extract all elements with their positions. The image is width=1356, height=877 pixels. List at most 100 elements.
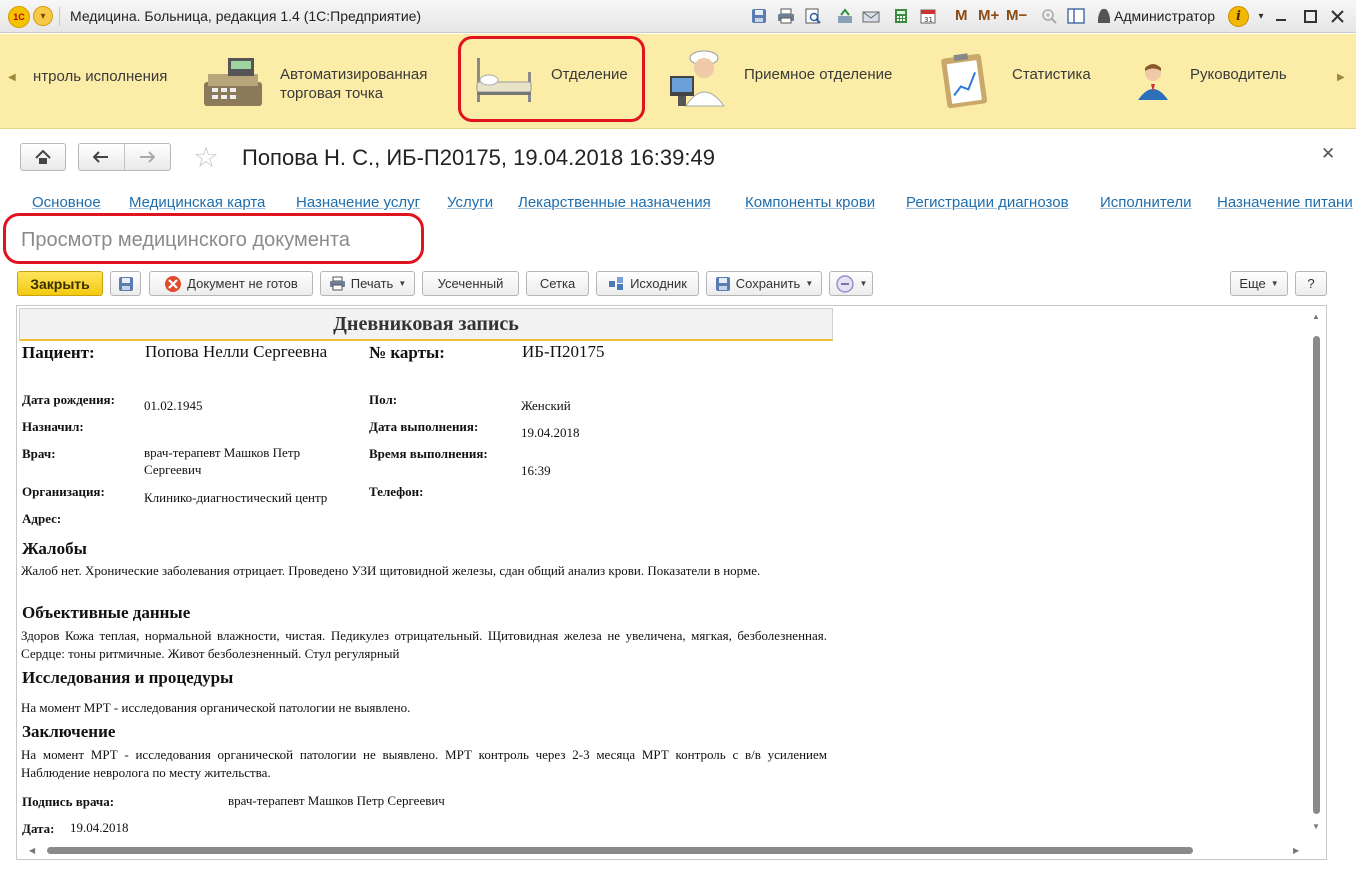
preview-icon[interactable] [803,6,823,26]
minimize-button[interactable] [1270,5,1292,27]
scroll-up-icon[interactable]: ▲ [1312,312,1320,321]
grid-button[interactable]: Сетка [526,271,589,296]
tab-medical-card[interactable]: Медицинская карта [129,194,265,211]
date-value: 19.04.2018 [70,820,129,835]
tab-service-assignment[interactable]: Назначение услуг [296,194,420,211]
birth-value: 01.02.1945 [144,398,203,413]
objective-text: Здоров Кожа теплая, нормальной влажности… [21,628,827,661]
horizontal-scrollbar[interactable] [47,847,1193,854]
memory-plus-button[interactable]: M+ [978,7,999,24]
tab-medication[interactable]: Лекарственные назначения [518,194,711,211]
arrow-left-icon [93,151,109,163]
objective-heading: Объективные данные [22,603,191,622]
calculator-icon[interactable] [891,6,911,26]
chevron-down-icon[interactable]: ▾ [1250,5,1272,27]
address-label: Адрес: [22,511,62,526]
tab-diagnoses[interactable]: Регистрации диагнозов [906,194,1069,211]
exec-date-label: Дата выполнения: [369,419,479,434]
print-icon [329,276,345,291]
section-control[interactable]: нтроль исполнения [33,34,183,129]
user-icon [1098,9,1110,23]
favorite-star-icon[interactable]: ☆ [193,143,219,173]
vertical-scrollbar[interactable] [1313,336,1320,814]
sex-value: Женский [521,398,571,413]
tab-executors[interactable]: Исполнители [1100,194,1192,211]
section-label: Статистика [1012,66,1091,83]
divider [59,7,60,26]
save-as-button[interactable]: Сохранить ▼ [706,271,822,296]
doctor-value-cont: Сергеевич [144,462,202,477]
card-value: ИБ-П20175 [522,342,605,361]
current-user[interactable]: Администратор [1098,8,1215,24]
doctor-label: Врач: [22,446,56,461]
phone-label: Телефон: [369,484,424,499]
scroll-right-icon[interactable]: ▶ [1337,72,1345,83]
home-button[interactable] [20,143,66,171]
save-icon[interactable] [749,6,769,26]
close-button[interactable]: Закрыть [17,271,103,296]
memory-button[interactable]: M [955,7,968,24]
signature-label: Подпись врача: [22,794,115,809]
section-pos[interactable]: Автоматизированная торговая точка [198,34,448,129]
print-button[interactable]: Печать ▼ [320,271,415,296]
date-label: Дата: [22,821,55,836]
scroll-left-icon[interactable]: ◀ [29,846,35,855]
svg-text:31: 31 [924,16,933,24]
scroll-left-icon[interactable]: ◀ [8,72,16,83]
organization-value: Клинико-диагностический центр [144,490,328,505]
highlight-annotation [458,36,645,122]
truncated-button[interactable]: Усеченный [422,271,519,296]
calendar-icon[interactable]: 31 [918,6,938,26]
main-menu-button[interactable]: ▾ [33,6,53,26]
section-statistics[interactable]: Статистика [938,34,1108,129]
exec-time-label: Время выполнения: [369,446,488,461]
save-button[interactable] [110,271,141,296]
options-icon [835,274,854,293]
source-button[interactable]: Исходник [596,271,699,296]
tab-services[interactable]: Услуги [447,194,493,211]
mail-icon[interactable] [861,6,881,26]
maximize-button[interactable] [1299,5,1321,27]
exec-time-value: 16:39 [521,463,551,478]
signature-value: врач-терапевт Машков Петр Сергеевич [228,793,445,808]
doctor-value: врач-терапевт Машков Петр [144,445,301,460]
close-window-button[interactable] [1326,5,1348,27]
forward-button[interactable] [125,144,171,170]
exec-date-value: 19.04.2018 [521,425,580,440]
conclusion-text: На момент МРТ - исследования органическо… [21,747,827,780]
button-label: Исходник [630,276,687,291]
tab-nutrition[interactable]: Назначение питани [1217,194,1353,211]
section-manager[interactable]: Руководитель [1132,34,1322,129]
zoom-icon[interactable] [1039,6,1059,26]
button-label: Печать [350,276,394,291]
help-button[interactable]: ? [1295,271,1327,296]
back-button[interactable] [79,144,125,170]
conclusion-heading: Заключение [22,722,116,741]
app-title: Медицина. Больница, редакция 1.4 (1С:Пре… [70,8,422,24]
refresh-icon[interactable] [835,6,855,26]
print-icon[interactable] [776,6,796,26]
panel-layout-icon[interactable] [1066,6,1086,26]
source-icon [609,277,624,290]
arrow-right-icon [140,151,156,163]
patient-label: Пациент: [22,343,95,362]
close-form-button[interactable]: ✕ [1321,144,1335,164]
info-icon[interactable]: i [1228,6,1249,27]
scroll-right-icon[interactable]: ▶ [1293,846,1299,855]
page-title: Попова Н. С., ИБ-П20175, 19.04.2018 16:3… [242,145,715,170]
sections-panel: ◀ ▶ нтроль исполнения Автоматизированная… [0,34,1356,129]
scroll-down-icon[interactable]: ▼ [1312,822,1320,831]
document-viewer[interactable]: Дневниковая запись Пациент: Попова Нелли… [16,305,1327,860]
memory-minus-button[interactable]: M− [1006,7,1027,24]
tab-main[interactable]: Основное [32,194,101,211]
home-icon [35,149,51,164]
more-actions-button[interactable]: ▼ [829,271,873,296]
history-nav [78,143,171,171]
assigned-label: Назначил: [22,419,84,434]
document-not-ready-button[interactable]: Документ не готов [149,271,313,296]
tab-blood-components[interactable]: Компоненты крови [745,194,875,211]
section-reception[interactable]: Приемное отделение [664,34,914,129]
organization-label: Организация: [22,484,105,499]
more-button[interactable]: Еще ▼ [1230,271,1288,296]
chevron-down-icon: ▼ [398,279,407,288]
